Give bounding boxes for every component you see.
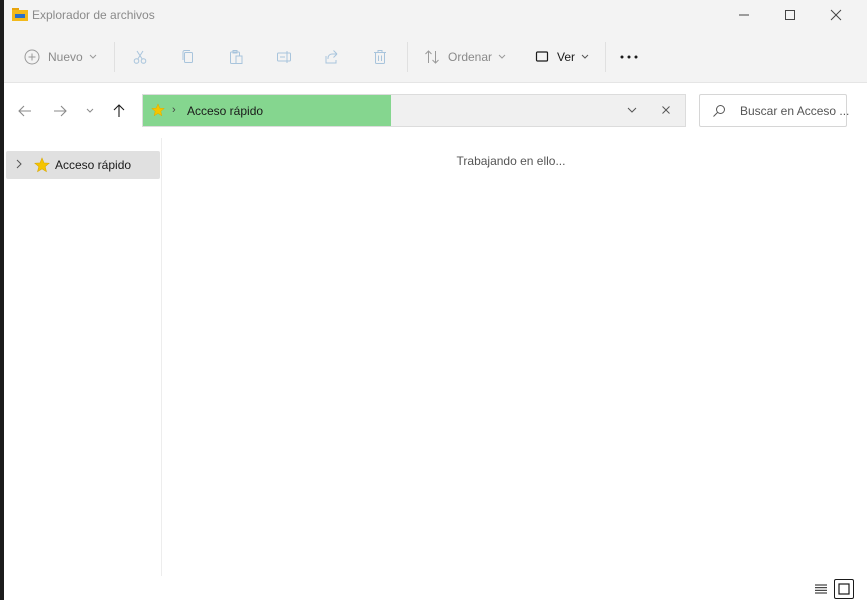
share-button[interactable]: [324, 42, 340, 72]
sort-button-label: Ordenar: [448, 50, 493, 64]
breadcrumb-chevron-icon: ›: [172, 104, 176, 116]
more-options-button[interactable]: [620, 42, 638, 72]
chevron-down-icon: [581, 54, 589, 59]
sort-arrows-icon: [425, 50, 439, 64]
details-list-icon: [815, 584, 827, 594]
new-button[interactable]: Nuevo: [24, 42, 97, 72]
new-button-label: Nuevo: [48, 50, 83, 64]
file-explorer-folder-icon: [12, 8, 28, 21]
chevron-down-icon: [498, 54, 506, 59]
address-bar[interactable]: › Acceso rápido: [142, 94, 686, 127]
star-icon: [151, 103, 165, 117]
delete-button[interactable]: [372, 42, 388, 72]
address-clear-button[interactable]: [659, 103, 673, 120]
chevron-down-icon: [86, 108, 94, 113]
copy-button[interactable]: [180, 42, 196, 72]
content-area[interactable]: Trabajando en ello...: [163, 138, 867, 578]
nav-item-quick-access[interactable]: Acceso rápido: [6, 151, 160, 179]
star-icon: [34, 157, 50, 173]
arrow-right-icon: [54, 105, 67, 117]
more-dots-icon: [620, 55, 638, 59]
minimize-button[interactable]: [721, 0, 767, 30]
command-bar: Nuevo Ordenar Ver: [4, 30, 867, 83]
toolbar-separator: [114, 42, 115, 72]
back-button[interactable]: [13, 99, 37, 123]
arrow-left-icon: [18, 105, 31, 117]
title-bar: Explorador de archivos: [4, 0, 867, 30]
recent-locations-button[interactable]: [78, 99, 102, 123]
search-placeholder: Buscar en Acceso ...: [740, 104, 850, 118]
chevron-right-icon[interactable]: [14, 159, 24, 169]
sort-button[interactable]: Ordenar: [424, 42, 506, 72]
search-icon: [713, 105, 725, 117]
view-window-icon: [535, 51, 549, 62]
close-icon: [830, 9, 842, 21]
maximize-button[interactable]: [767, 0, 813, 30]
close-button[interactable]: [813, 0, 859, 30]
rename-icon: [277, 51, 291, 63]
minimize-icon: [739, 14, 749, 16]
copy-icon: [182, 50, 193, 63]
view-button[interactable]: Ver: [535, 42, 589, 72]
chevron-down-icon: [627, 107, 637, 113]
search-input[interactable]: Buscar en Acceso ...: [699, 94, 850, 127]
loading-message: Trabajando en ello...: [456, 154, 566, 168]
toolbar-separator: [407, 42, 408, 72]
breadcrumb-item[interactable]: Acceso rápido: [187, 104, 263, 118]
add-circle-icon: [24, 49, 40, 65]
rename-button[interactable]: [276, 42, 292, 72]
paste-icon: [230, 50, 243, 64]
maximize-icon: [785, 10, 795, 20]
details-view-button[interactable]: [811, 579, 831, 599]
address-history-button[interactable]: [625, 103, 639, 120]
toolbar-separator: [605, 42, 606, 72]
up-button[interactable]: [107, 99, 131, 123]
window-title: Explorador de archivos: [32, 8, 155, 22]
status-bar: [4, 576, 867, 600]
large-icons-view-button[interactable]: [834, 579, 854, 599]
share-icon: [325, 50, 338, 64]
nav-item-label: Acceso rápido: [55, 158, 132, 172]
tiles-view-icon: [838, 583, 850, 595]
view-button-label: Ver: [557, 50, 576, 64]
cut-button[interactable]: [132, 42, 148, 72]
paste-button[interactable]: [228, 42, 244, 72]
close-icon: [662, 106, 670, 114]
address-progress-fill: [143, 95, 391, 126]
scissors-icon: [133, 50, 147, 64]
chevron-down-icon: [89, 54, 97, 59]
forward-button[interactable]: [48, 99, 72, 123]
file-explorer-window: Explorador de archivos Nuevo Ordenar Ver…: [4, 0, 867, 600]
trash-icon: [374, 50, 386, 64]
address-row: › Acceso rápido Buscar en Acceso ...: [4, 83, 867, 138]
arrow-up-icon: [113, 104, 125, 117]
navigation-pane: Acceso rápido: [4, 138, 162, 578]
